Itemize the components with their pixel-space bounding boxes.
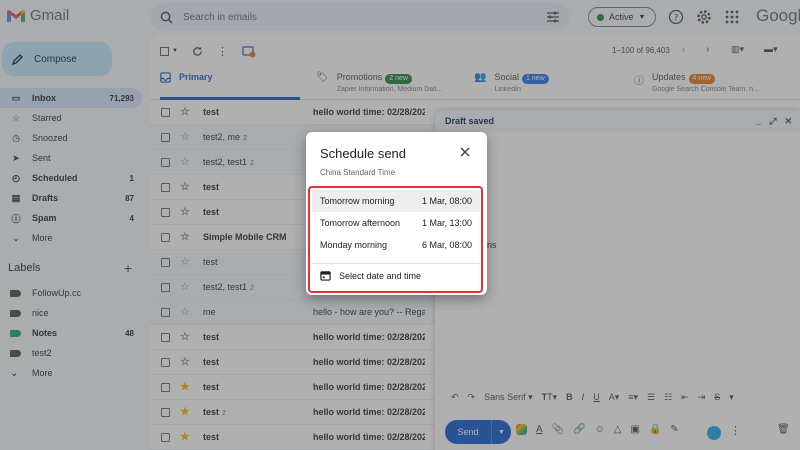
dialog-title: Schedule send <box>320 146 407 161</box>
highlight-annotation <box>308 186 483 293</box>
close-icon[interactable] <box>459 146 471 158</box>
timezone-label: China Standard Time <box>320 168 396 177</box>
